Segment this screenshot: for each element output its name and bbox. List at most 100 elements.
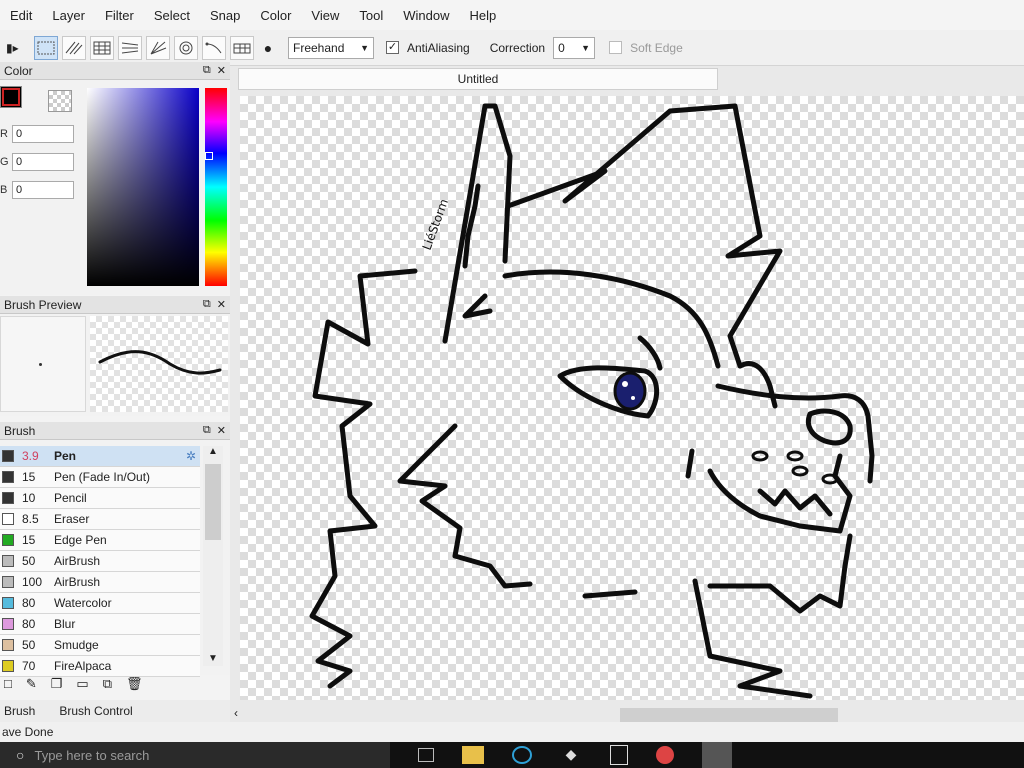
close-icon[interactable]: ✕ xyxy=(217,424,226,437)
snap-curve-icon[interactable] xyxy=(202,35,226,60)
brush-name: Blur xyxy=(54,617,76,631)
trash-icon[interactable]: 🗑 xyxy=(126,676,143,692)
blue-row: B 0 xyxy=(0,181,74,199)
brush-item[interactable]: 70 FireAlpaca xyxy=(0,656,200,677)
menu-view[interactable]: View xyxy=(301,8,349,23)
brush-item[interactable]: 3.9 Pen ✲ xyxy=(0,446,200,467)
menu-select[interactable]: Select xyxy=(144,8,200,23)
firealpaca-icon[interactable] xyxy=(702,742,732,768)
menu-tool[interactable]: Tool xyxy=(349,8,393,23)
saturation-value-picker[interactable] xyxy=(87,88,199,286)
menu-edit[interactable]: Edit xyxy=(0,8,42,23)
correction-label: Correction xyxy=(489,40,546,55)
snap-parallel-icon[interactable] xyxy=(62,35,86,60)
chrome-icon[interactable] xyxy=(656,746,674,764)
toolbar-expand-icon[interactable]: ▮▸ xyxy=(6,41,30,55)
smile-corner xyxy=(685,448,695,479)
taskbar: ○ Type here to search ◆ xyxy=(0,742,1024,768)
brush-item[interactable]: 100 AirBrush xyxy=(0,572,200,593)
scroll-left-icon[interactable]: ‹ xyxy=(234,706,238,720)
primary-color-swatch[interactable] xyxy=(0,86,22,108)
brush-dot xyxy=(39,363,42,366)
scroll-thumb[interactable] xyxy=(205,464,221,540)
menu-filter[interactable]: Filter xyxy=(95,8,144,23)
store-icon[interactable] xyxy=(610,745,628,765)
snap-off-icon[interactable] xyxy=(34,35,58,60)
close-icon[interactable]: ✕ xyxy=(217,298,226,311)
tab-brush[interactable]: Brush xyxy=(4,704,35,718)
edge-icon[interactable] xyxy=(512,746,532,764)
gear-icon[interactable]: ✲ xyxy=(186,449,196,463)
hue-slider[interactable] xyxy=(205,88,227,286)
red-row: R 0 xyxy=(0,125,74,143)
brush-color-swatch xyxy=(2,513,14,525)
dot-icon[interactable]: ● xyxy=(258,40,278,56)
snap-3d-icon[interactable] xyxy=(230,35,254,60)
antialiasing-checkbox[interactable]: ✓ xyxy=(386,41,399,54)
iris xyxy=(613,371,647,411)
brush-item[interactable]: 50 Smudge xyxy=(0,635,200,656)
chevron-up-icon[interactable]: ▲ xyxy=(203,446,223,457)
green-input[interactable]: 0 xyxy=(12,153,74,171)
red-input[interactable]: 0 xyxy=(12,125,74,143)
lower-jaw-line xyxy=(582,589,638,599)
chevron-down-icon[interactable]: ▼ xyxy=(203,653,223,664)
duplicate-icon[interactable]: ❐ xyxy=(51,676,63,692)
new-page-icon[interactable]: □ xyxy=(4,676,12,692)
blue-input[interactable]: 0 xyxy=(12,181,74,199)
hue-slider-handle[interactable] xyxy=(205,152,213,160)
correction-dropdown[interactable]: 0 ▼ xyxy=(553,36,596,59)
brush-preview-panel xyxy=(0,314,230,416)
brush-item[interactable]: 10 Pencil xyxy=(0,488,200,509)
brush-stroke-preview xyxy=(90,316,228,412)
copy-icon[interactable]: ⧉ xyxy=(103,676,112,692)
brush-size: 80 xyxy=(22,596,36,610)
float-icon[interactable]: ⧉ xyxy=(203,298,211,311)
brush-size: 80 xyxy=(22,617,36,631)
blue-label: B xyxy=(0,184,8,196)
soft-edge-checkbox[interactable] xyxy=(609,41,623,54)
edit-icon[interactable]: ✎ xyxy=(26,676,37,692)
taskbar-search[interactable]: ○ Type here to search xyxy=(0,742,390,768)
snap-grid-icon[interactable] xyxy=(90,35,114,60)
menu-layer[interactable]: Layer xyxy=(42,8,95,23)
transparent-color-swatch[interactable] xyxy=(48,90,72,112)
folder-icon[interactable]: ▭ xyxy=(76,676,88,692)
brush-size: 15 xyxy=(22,533,36,547)
brush-size: 15 xyxy=(22,470,36,484)
menu-color[interactable]: Color xyxy=(250,8,301,23)
brush-list-scrollbar[interactable]: ▲ ▼ xyxy=(203,446,223,666)
task-view-icon[interactable] xyxy=(418,748,434,762)
brush-size: 50 xyxy=(22,554,36,568)
chin-fur xyxy=(707,533,853,614)
snap-radial-icon[interactable] xyxy=(146,35,170,60)
brush-item[interactable]: 8.5 Eraser xyxy=(0,509,200,530)
menu-window[interactable]: Window xyxy=(393,8,459,23)
close-icon[interactable]: ✕ xyxy=(217,64,226,77)
brush-item[interactable]: 15 Edge Pen xyxy=(0,530,200,551)
dropbox-icon[interactable]: ◆ xyxy=(560,746,582,764)
folder-icon[interactable] xyxy=(462,746,484,764)
menu-snap[interactable]: Snap xyxy=(200,8,250,23)
brush-name: Eraser xyxy=(54,512,90,526)
brush-item[interactable]: 50 AirBrush xyxy=(0,551,200,572)
teeth xyxy=(757,488,833,517)
eye-highlight-1 xyxy=(622,381,628,387)
brush-item[interactable]: 80 Watercolor xyxy=(0,593,200,614)
float-icon[interactable]: ⧉ xyxy=(203,64,211,77)
brush-item[interactable]: 80 Blur xyxy=(0,614,200,635)
brush-item[interactable]: 15 Pen (Fade In/Out) xyxy=(0,467,200,488)
menu-help[interactable]: Help xyxy=(459,8,506,23)
drawing-canvas[interactable]: LiéStorm xyxy=(240,96,1024,700)
brush-size: 100 xyxy=(22,575,43,589)
neck xyxy=(692,578,813,699)
stroke-mode-dropdown[interactable]: Freehand ▼ xyxy=(288,36,374,59)
snap-circle-icon[interactable] xyxy=(174,35,198,60)
float-icon[interactable]: ⧉ xyxy=(203,424,211,437)
document-tab[interactable]: Untitled xyxy=(238,68,718,90)
tab-brush-control[interactable]: Brush Control xyxy=(59,704,132,718)
panel-tabs: Brush Brush Control xyxy=(0,700,230,722)
snap-perspective-icon[interactable] xyxy=(118,35,142,60)
brush-size: 8.5 xyxy=(22,512,39,526)
wolf-drawing: LiéStorm xyxy=(309,103,875,699)
